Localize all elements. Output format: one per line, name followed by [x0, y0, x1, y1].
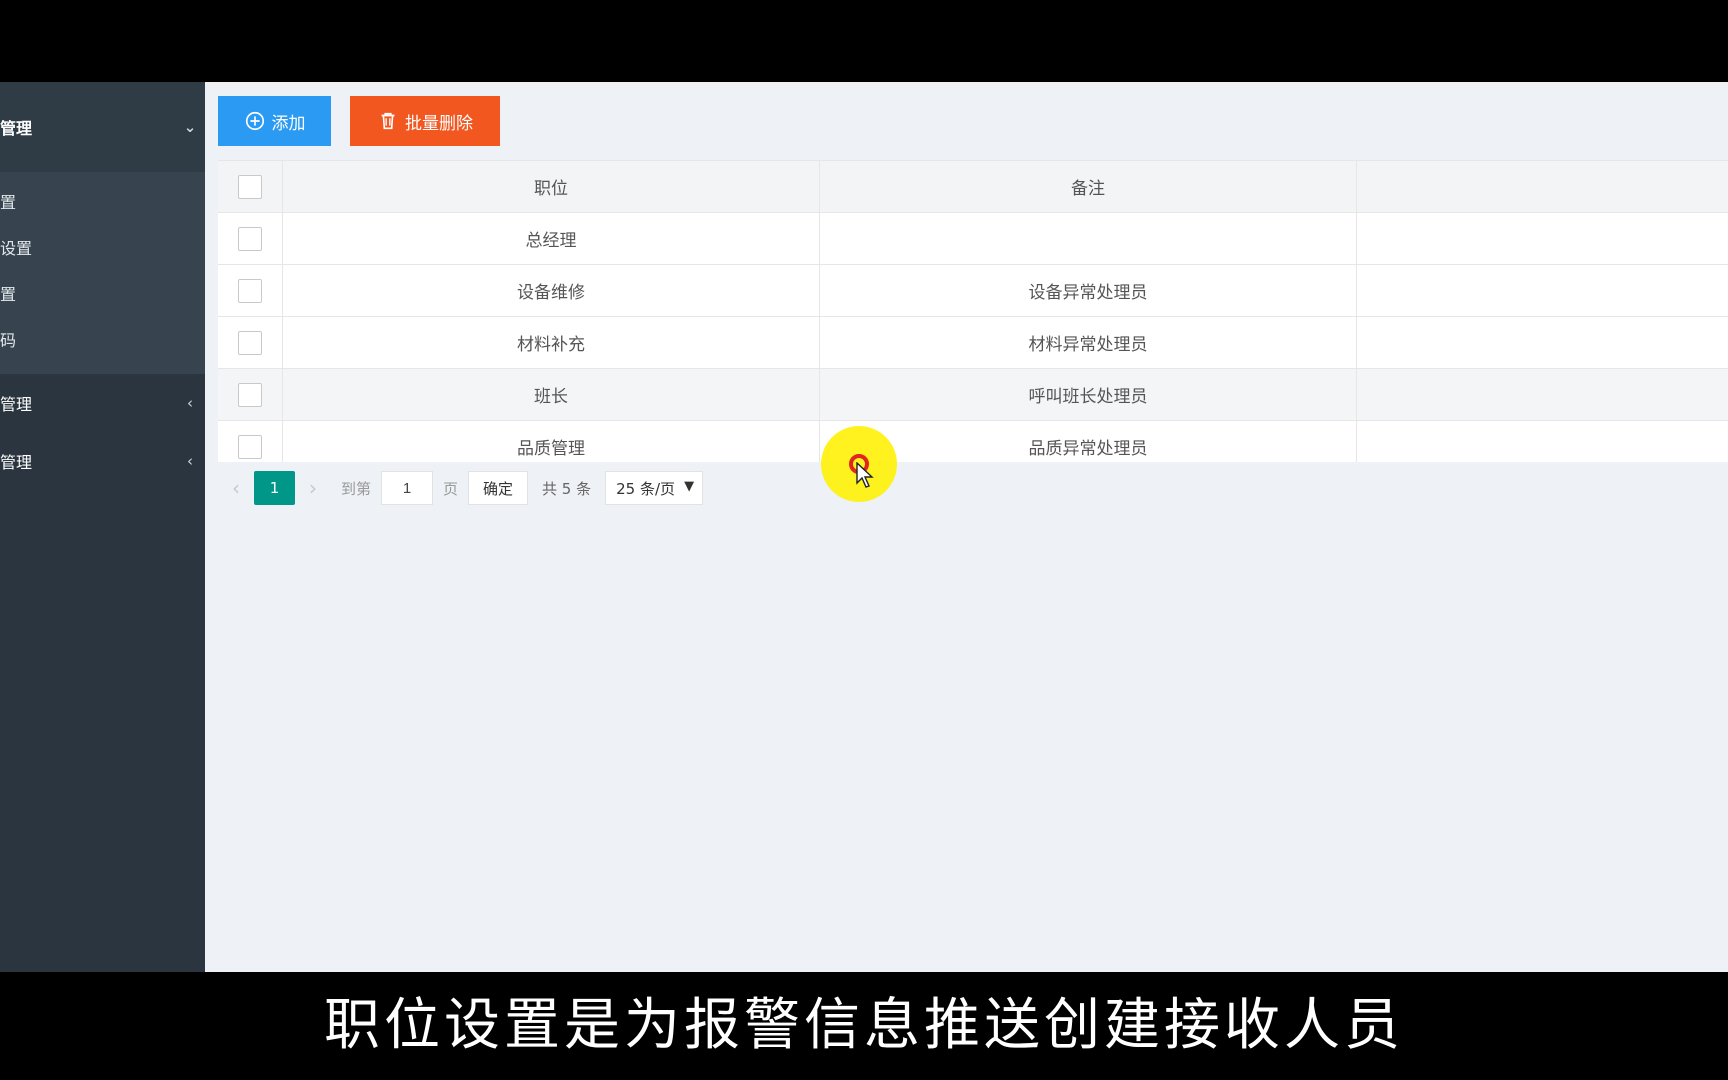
select-all-cell — [218, 161, 283, 212]
column-header-actions — [1357, 161, 1728, 212]
sidebar-sub-item[interactable]: 设置 — [0, 226, 205, 272]
sidebar: 管理 ⌄ 置 设置 置 码 管理 ‹ 管理 ‹ — [0, 82, 205, 972]
main-content: 添加 批量删除 职位 备注 总经理 设备维修 设备异常处理员 材料补充 材料异常… — [205, 82, 1728, 972]
table-row[interactable]: 材料补充 材料异常处理员 — [218, 317, 1728, 369]
sidebar-submenu: 置 设置 置 码 — [0, 172, 205, 374]
sidebar-sub-item[interactable]: 置 — [0, 272, 205, 318]
actions-cell — [1357, 265, 1728, 316]
column-header-position[interactable]: 职位 — [283, 161, 820, 212]
add-button-label: 添加 — [271, 113, 306, 133]
position-cell: 总经理 — [283, 213, 820, 264]
pagination: ‹ 1 › 到第 页 确定 共 5 条 25 条/页 ▼ — [218, 462, 1728, 514]
actions-cell — [1357, 317, 1728, 368]
goto-label: 到第 — [341, 479, 372, 498]
page-size-select[interactable]: 25 条/页 ▼ — [605, 471, 704, 505]
note-cell — [820, 213, 1357, 264]
page-unit-label: 页 — [443, 479, 459, 498]
sidebar-group-label: 管理 — [0, 395, 33, 414]
batch-delete-label: 批量删除 — [405, 113, 473, 133]
sidebar-group-label: 管理 — [0, 119, 33, 138]
screen: 管理 ⌄ 置 设置 置 码 管理 ‹ 管理 ‹ 添加 批量删除 职位 备注 总经… — [0, 0, 1728, 1080]
chevron-left-icon: ‹ — [187, 394, 193, 412]
app-window: 管理 ⌄ 置 设置 置 码 管理 ‹ 管理 ‹ 添加 批量删除 职位 备注 总经… — [0, 82, 1728, 972]
position-cell: 材料补充 — [283, 317, 820, 368]
row-check-cell — [218, 265, 283, 316]
actions-cell — [1357, 213, 1728, 264]
column-header-note[interactable]: 备注 — [820, 161, 1357, 212]
row-check-cell — [218, 213, 283, 264]
mouse-pointer-icon — [856, 462, 874, 488]
sidebar-group-open[interactable]: 管理 ⌄ — [0, 82, 205, 172]
plus-circle-icon — [245, 111, 264, 131]
table-row[interactable]: 设备维修 设备异常处理员 — [218, 265, 1728, 317]
add-button[interactable]: 添加 — [218, 96, 331, 146]
row-check-cell — [218, 369, 283, 420]
table-row[interactable]: 班长 呼叫班长处理员 — [218, 369, 1728, 421]
goto-page-input[interactable] — [381, 471, 434, 505]
row-check-cell — [218, 317, 283, 368]
sidebar-group[interactable]: 管理 ‹ — [0, 374, 205, 432]
position-cell: 班长 — [283, 369, 820, 420]
row-checkbox[interactable] — [238, 382, 262, 407]
position-table: 职位 备注 总经理 设备维修 设备异常处理员 材料补充 材料异常处理员 班长 呼… — [218, 160, 1728, 473]
table-row[interactable]: 总经理 — [218, 213, 1728, 265]
select-all-checkbox[interactable] — [238, 174, 262, 199]
row-checkbox[interactable] — [238, 278, 262, 303]
position-cell: 设备维修 — [283, 265, 820, 316]
row-checkbox[interactable] — [238, 434, 262, 459]
note-cell: 设备异常处理员 — [820, 265, 1357, 316]
sidebar-group[interactable]: 管理 ‹ — [0, 432, 205, 490]
sidebar-sub-item[interactable]: 置 — [0, 180, 205, 226]
video-subtitle: 职位设置是为报警信息推送创建接收人员 — [324, 993, 1404, 1058]
prev-page-icon[interactable]: ‹ — [218, 476, 254, 500]
page-number-current[interactable]: 1 — [254, 471, 295, 505]
next-page-icon[interactable]: › — [295, 476, 331, 500]
actions-cell — [1357, 369, 1728, 420]
row-checkbox[interactable] — [238, 330, 262, 355]
cursor-highlight — [821, 426, 897, 502]
caret-down-icon: ▼ — [684, 479, 695, 494]
chevron-down-icon: ⌄ — [183, 118, 197, 136]
row-checkbox[interactable] — [238, 226, 262, 251]
trash-icon — [381, 112, 395, 130]
sidebar-sub-item[interactable]: 码 — [0, 318, 205, 364]
total-count: 共 5 条 — [542, 479, 592, 498]
page-size-value: 25 条/页 — [616, 479, 676, 498]
note-cell: 呼叫班长处理员 — [820, 369, 1357, 420]
toolbar: 添加 批量删除 — [218, 96, 500, 146]
batch-delete-button[interactable]: 批量删除 — [350, 96, 500, 146]
table-header: 职位 备注 — [218, 161, 1728, 213]
goto-confirm-button[interactable]: 确定 — [468, 471, 529, 505]
chevron-left-icon: ‹ — [187, 452, 193, 470]
note-cell: 材料异常处理员 — [820, 317, 1357, 368]
sidebar-group-label: 管理 — [0, 453, 33, 472]
